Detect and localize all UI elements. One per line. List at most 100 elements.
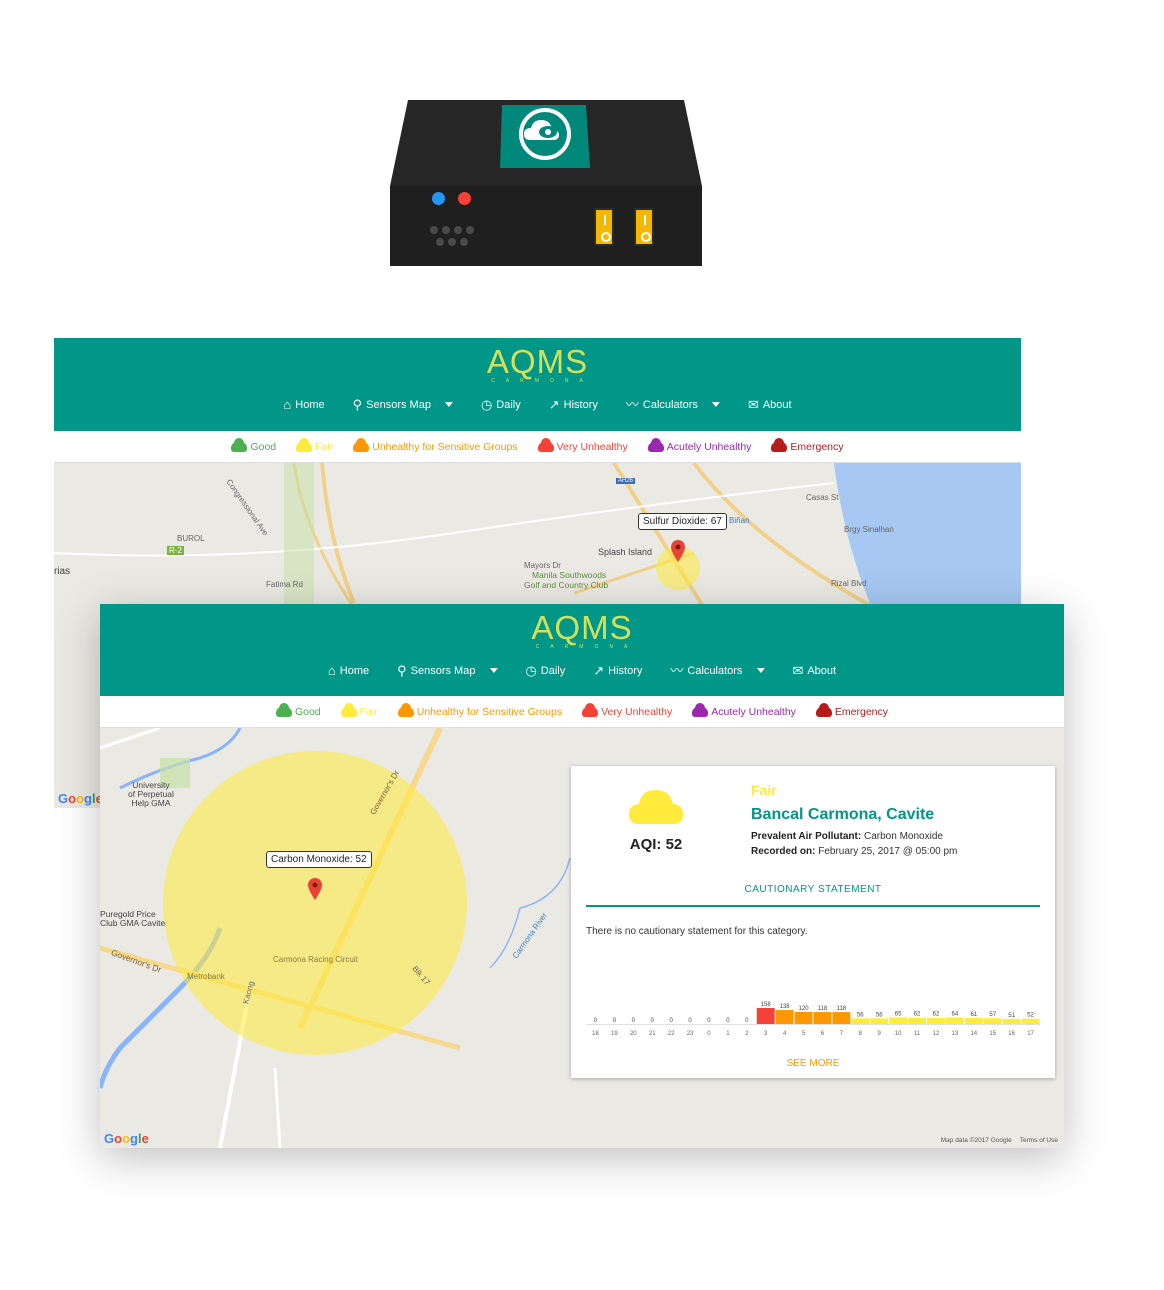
map-data-credit: Map data ©2017 Google xyxy=(940,1137,1012,1144)
nav-label: About xyxy=(807,664,837,677)
nav-about[interactable]: ✉ About xyxy=(792,664,836,677)
line-chart-icon: 〰 xyxy=(670,663,684,678)
legend-good: Good xyxy=(231,437,276,453)
cloud-icon xyxy=(275,702,292,717)
cloud-icon xyxy=(397,702,414,717)
chart-data-label: 0 xyxy=(651,1018,655,1024)
chart-data-label: 62 xyxy=(933,1012,940,1018)
chart-tick-label: 7 xyxy=(840,1031,844,1037)
chart-data-label: 158 xyxy=(761,1002,772,1008)
map-infobox[interactable]: Carbon Monoxide: 52 xyxy=(266,851,372,868)
legend-label: Fair xyxy=(315,440,334,453)
aqi-legend: Good Fair Unhealthy for Sensitive Groups… xyxy=(54,431,1021,463)
map-pin-icon: ⚲ xyxy=(397,663,407,678)
logo-text: AQMS xyxy=(531,609,633,646)
nav-history[interactable]: ↗ History xyxy=(593,664,642,677)
map-label-line: Club GMA Cavite xyxy=(100,918,166,928)
chart-bar xyxy=(832,1012,851,1024)
chart-tick-label: 13 xyxy=(952,1031,959,1037)
terms-of-use-link[interactable]: Terms of Use xyxy=(1020,1137,1058,1144)
map-marker-icon[interactable] xyxy=(308,878,322,900)
nav-label: Calculators xyxy=(642,398,698,411)
chart-data-label: 0 xyxy=(613,1018,617,1024)
aqms-logo[interactable]: AQMS CARMONA xyxy=(481,344,594,385)
nav-home[interactable]: ⌂ Home xyxy=(283,398,324,411)
nav-home[interactable]: ⌂ Home xyxy=(328,664,369,677)
chart-bar xyxy=(775,1010,794,1024)
chart-bar xyxy=(1021,1018,1040,1024)
legend-label: Acutely Unhealthy xyxy=(711,705,796,718)
chart-data-label: 51 xyxy=(1008,1013,1015,1019)
chevron-down-icon xyxy=(711,402,720,407)
legend-label: Very Unhealthy xyxy=(556,440,628,453)
app-header: AQMS CARMONA ⌂ Home ⚲ Sensors Map ◷ Daily ↗… xyxy=(100,604,1064,696)
nav-daily[interactable]: ◷ Daily xyxy=(481,398,521,411)
chart-tick-label: 12 xyxy=(933,1031,940,1037)
chevron-down-icon xyxy=(444,402,453,407)
map-infobox[interactable]: Sulfur Dioxide: 67 xyxy=(638,513,727,530)
home-icon: ⌂ xyxy=(327,663,336,678)
nav-calculators[interactable]: 〰 Calculators xyxy=(626,398,720,411)
chart-data-label: 120 xyxy=(799,1006,810,1012)
chart-tick-label: 16 xyxy=(1008,1031,1015,1037)
legend-good: Good xyxy=(275,702,321,718)
map-label: Biñan xyxy=(729,516,750,525)
chart-data-label: 56 xyxy=(857,1012,864,1018)
trending-up-icon: ↗ xyxy=(593,663,605,678)
chart-tick-label: 23 xyxy=(687,1031,694,1037)
sensor-map[interactable]: University of Perpetual Help GMA Puregold … xyxy=(100,728,1064,1148)
chart-tick-label: 6 xyxy=(821,1031,825,1037)
clock-icon: ◷ xyxy=(525,663,537,678)
chart-bar xyxy=(870,1018,889,1024)
chart-tick-label: 21 xyxy=(649,1031,656,1037)
map-marker-icon[interactable] xyxy=(671,540,685,562)
nav-label: Home xyxy=(295,398,325,411)
logo-subtitle: CARMONA xyxy=(535,644,639,650)
cloud-icon xyxy=(582,702,599,717)
nav-calculators[interactable]: 〰 Calculators xyxy=(670,663,765,678)
map-pin-icon: ⚲ xyxy=(352,397,363,412)
app-header: AQMS CARMONA ⌂ Home ⚲ Sensors Map ◷ Daily ↗… xyxy=(54,338,1021,431)
legend-very-unhealthy: Very Unhealthy xyxy=(537,437,628,453)
map-label: Puregold Price Club GMA Cavite xyxy=(100,910,165,928)
mail-icon: ✉ xyxy=(747,397,759,412)
map-label: BUROL xyxy=(177,534,205,543)
mail-icon: ✉ xyxy=(792,663,804,678)
nav-sensors-map[interactable]: ⚲ Sensors Map xyxy=(397,663,498,678)
chart-bar xyxy=(889,1017,908,1024)
chart-data-label: 0 xyxy=(632,1018,636,1024)
aqms-logo[interactable]: AQMS CARMONA xyxy=(526,609,639,651)
chart-tick-label: 10 xyxy=(895,1031,902,1037)
map-label: Splash Island xyxy=(598,547,653,557)
legend-fair: Fair xyxy=(340,702,378,718)
chart-data-label: 0 xyxy=(594,1018,598,1024)
chart-data-label: 52 xyxy=(1027,1013,1034,1019)
sensor-device-illustration xyxy=(388,98,704,268)
chart-bar xyxy=(813,1012,832,1024)
chart-tick-label: 9 xyxy=(878,1031,882,1037)
map-label: Carmona Racing Circuit xyxy=(273,955,358,964)
chart-data-label: 118 xyxy=(837,1006,847,1012)
chart-bar xyxy=(1002,1018,1021,1024)
recorded-on: Recorded on: February 25, 2017 @ 05:00 p… xyxy=(751,846,957,857)
sensor-info-card: AQI: 52 Fair Bancal Carmona, Cavite Prev… xyxy=(571,766,1055,1078)
chart-bar xyxy=(964,1017,983,1024)
nav-about[interactable]: ✉ About xyxy=(748,398,792,411)
chevron-down-icon xyxy=(756,668,765,673)
cautionary-tab[interactable]: CAUTIONARY STATEMENT xyxy=(571,884,1055,895)
chart-data-label: 57 xyxy=(989,1012,996,1018)
home-icon: ⌂ xyxy=(283,397,292,412)
main-nav: ⌂ Home ⚲ Sensors Map ◷ Daily ↗ History 〰 Calc… xyxy=(283,398,791,411)
cloud-icon xyxy=(340,702,357,717)
prevalent-pollutant: Prevalent Air Pollutant: Carbon Monoxide xyxy=(751,831,943,842)
nav-history[interactable]: ↗ History xyxy=(549,398,598,411)
google-logo: Google xyxy=(104,1131,149,1146)
see-more-button[interactable]: SEE MORE xyxy=(571,1058,1055,1069)
nav-label: Home xyxy=(339,664,370,677)
chart-data-label: 0 xyxy=(669,1018,673,1024)
legend-emergency: Emergency xyxy=(815,702,888,718)
chart-tick-label: 5 xyxy=(802,1031,806,1037)
nav-sensors-map[interactable]: ⚲ Sensors Map xyxy=(353,398,453,411)
device-top xyxy=(390,100,702,186)
nav-daily[interactable]: ◷ Daily xyxy=(525,664,565,677)
